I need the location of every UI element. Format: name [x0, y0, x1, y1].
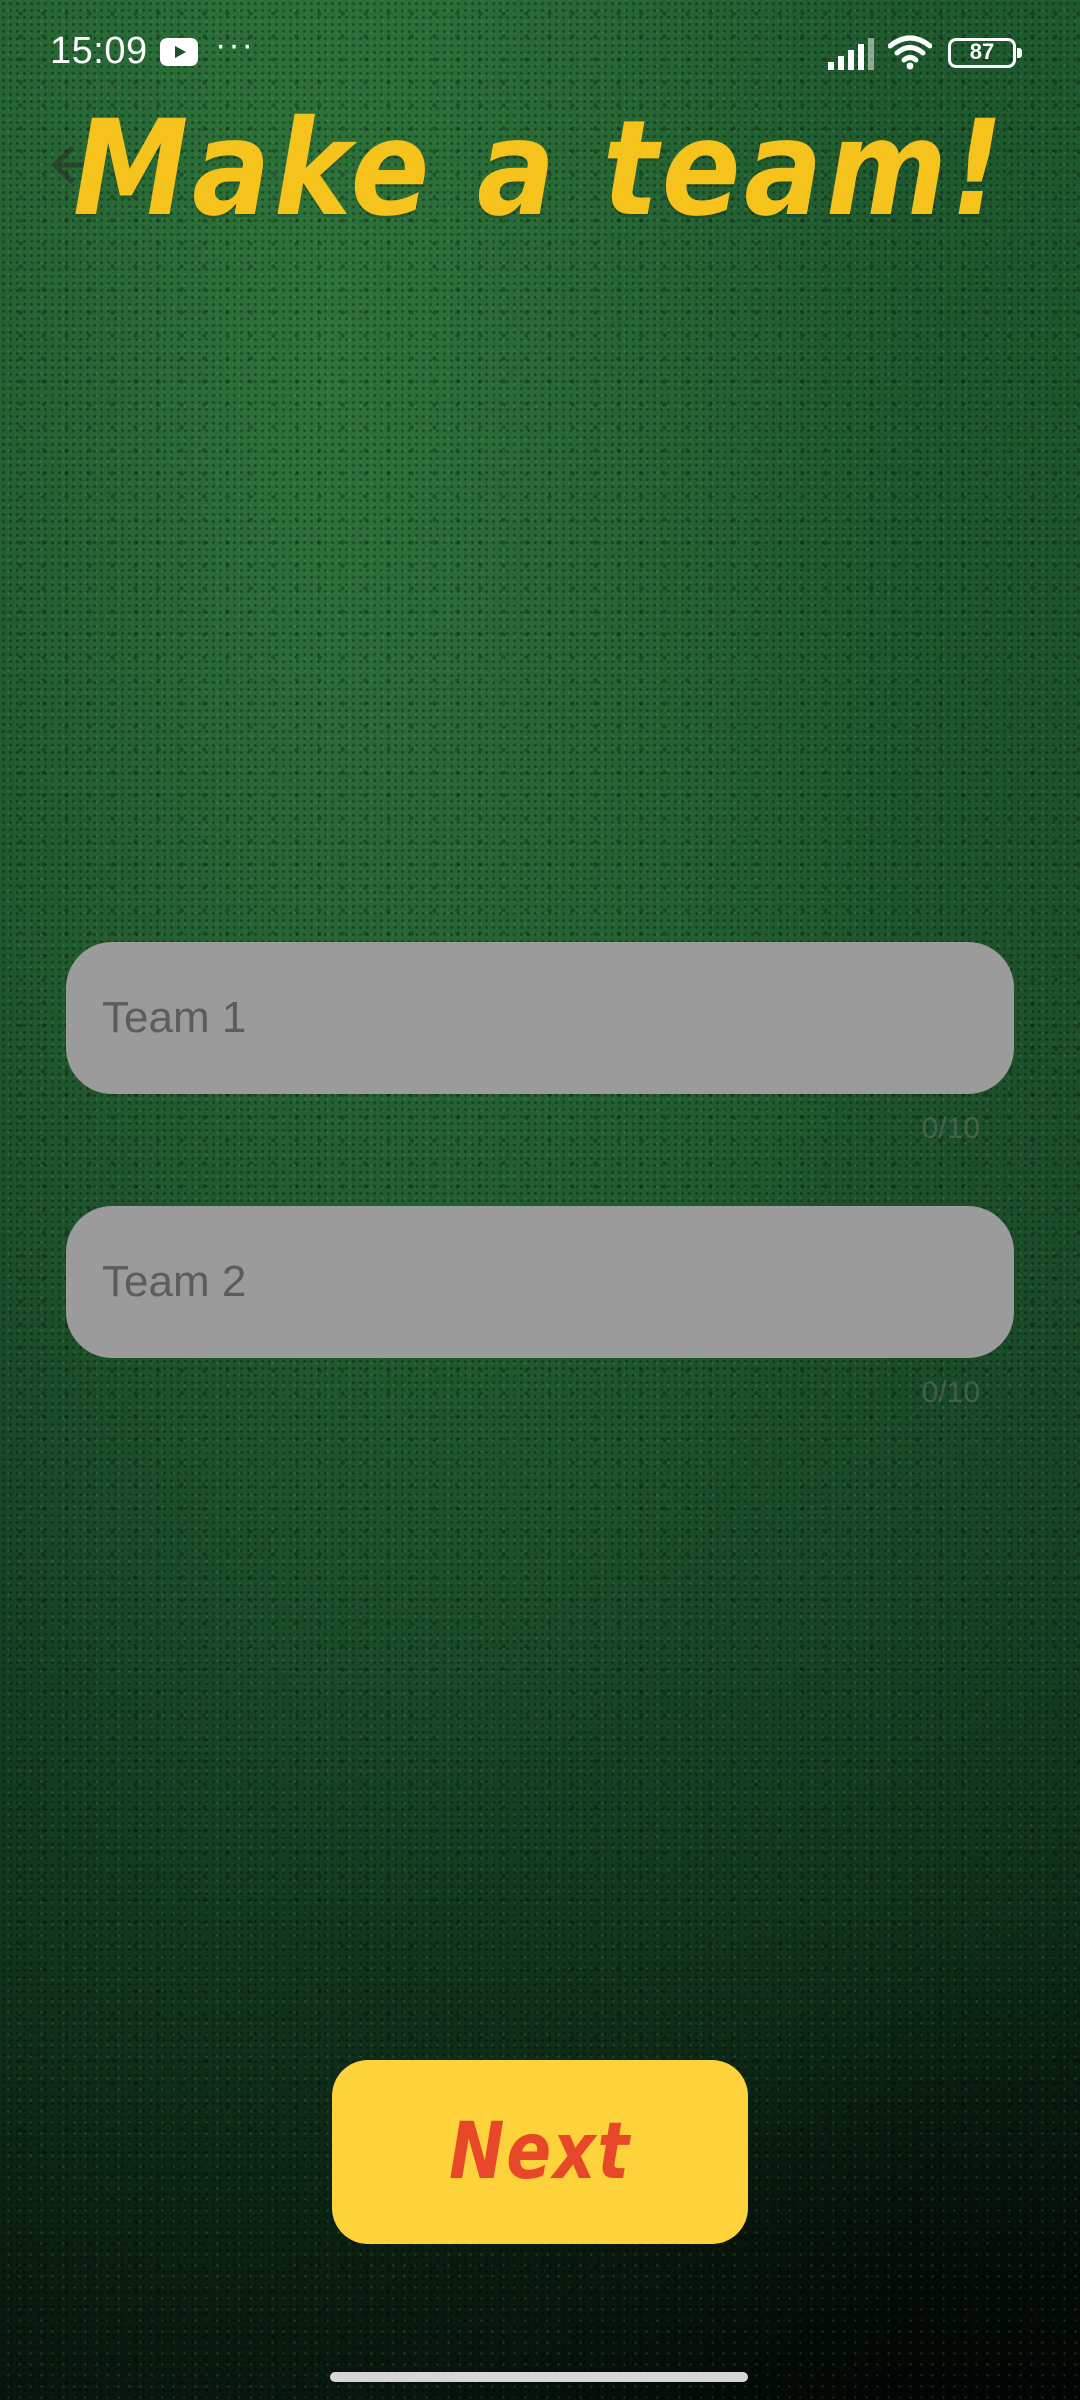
- team-2-field[interactable]: [66, 1206, 1014, 1358]
- youtube-icon: [160, 38, 198, 66]
- home-indicator[interactable]: [330, 2372, 748, 2382]
- make-team-screen: 15:09 ··· 87 Make a team! 0/10 0/1: [0, 0, 1080, 2400]
- battery-icon: 87: [948, 38, 1022, 68]
- team-1-field[interactable]: [66, 942, 1014, 1094]
- page-title: Make a team!: [72, 92, 1008, 246]
- battery-level: 87: [969, 39, 995, 64]
- team-1-char-counter: 0/10: [921, 1112, 980, 1145]
- next-button-label: Next: [449, 2107, 631, 2197]
- team-1-input[interactable]: [100, 992, 980, 1044]
- team-2-char-counter: 0/10: [921, 1376, 980, 1409]
- more-notifications-icon: ···: [215, 26, 255, 64]
- grass-texture-background: [0, 0, 1080, 2400]
- next-button[interactable]: Next: [332, 2060, 748, 2244]
- team-2-input[interactable]: [100, 1256, 980, 1308]
- wifi-icon: [888, 35, 932, 70]
- status-time: 15:09: [50, 30, 148, 72]
- signal-icon: [828, 38, 874, 70]
